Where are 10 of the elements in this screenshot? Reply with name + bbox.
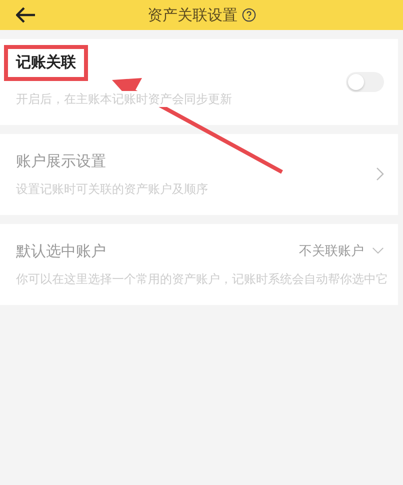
help-icon[interactable]	[242, 8, 256, 22]
setting-title: 默认选中账户	[16, 242, 106, 261]
select-value[interactable]: 不关联账户	[299, 242, 364, 260]
page-title: 资产关联设置	[148, 6, 238, 24]
chevron-right-icon[interactable]	[376, 167, 384, 182]
setting-title: 记账关联	[4, 45, 88, 80]
setting-title: 账户展示设置	[16, 152, 106, 171]
toggle-switch[interactable]	[346, 72, 384, 92]
chevron-down-icon[interactable]	[372, 247, 384, 254]
back-arrow-icon[interactable]	[16, 7, 36, 23]
